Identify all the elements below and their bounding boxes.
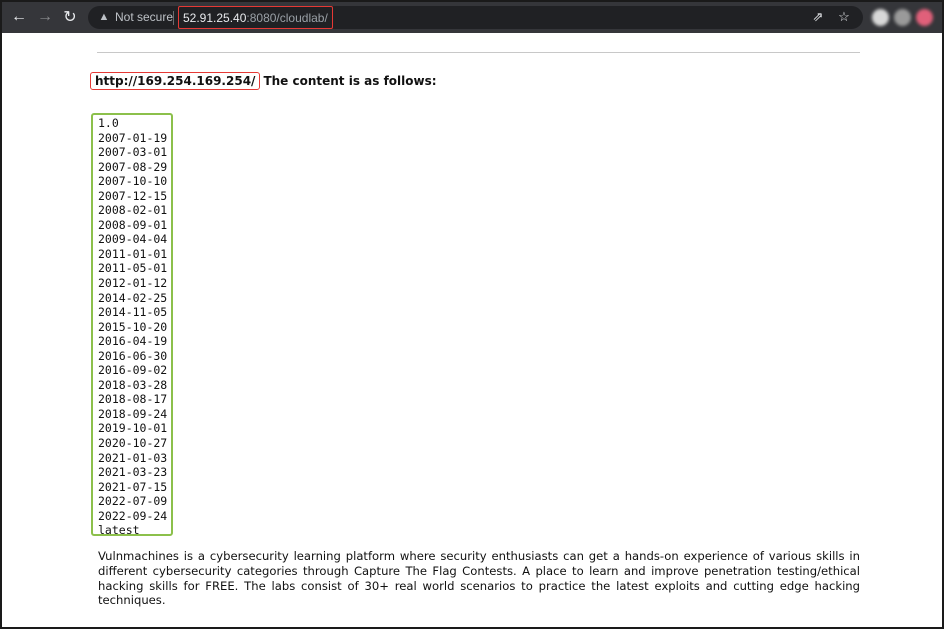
profile-avatar[interactable] — [916, 9, 933, 26]
browser-toolbar: ← → ↻ ▲ Not secure 52.91.25.40:8080/clou… — [2, 2, 942, 33]
list-item: 2016-04-19 — [98, 334, 168, 349]
list-item: 2007-03-01 — [98, 145, 168, 160]
list-item: 2007-01-19 — [98, 130, 168, 145]
content-heading: http://169.254.169.254/ The content is a… — [90, 71, 437, 91]
security-status[interactable]: Not secure — [115, 10, 173, 24]
version-list: 1.0 2007-01-19 2007-03-01 2007-08-29 2007-10… — [98, 116, 167, 538]
list-item: 2007-08-29 — [98, 159, 168, 174]
list-item: 2011-05-01 — [98, 261, 168, 276]
list-item: 2012-01-12 — [98, 276, 168, 291]
list-item: 2009-04-04 — [98, 232, 168, 247]
list-item: 2020-10-27 — [98, 436, 168, 451]
list-item: 2021-01-03 — [98, 450, 168, 465]
heading-text: The content is as follows: — [263, 74, 437, 88]
list-item: 2014-02-25 — [98, 290, 168, 305]
list-item: 2011-01-01 — [98, 246, 168, 261]
list-item: 2007-12-15 — [98, 188, 168, 203]
list-item: 2022-09-24 — [98, 508, 168, 523]
list-item: 2015-10-20 — [98, 319, 168, 334]
reload-icon[interactable]: ↻ — [60, 7, 80, 27]
divider — [97, 52, 860, 53]
extension-icon[interactable] — [872, 9, 889, 26]
browser-window: ← → ↻ ▲ Not secure 52.91.25.40:8080/clou… — [0, 0, 944, 629]
list-item: 2016-09-02 — [98, 363, 168, 378]
share-icon[interactable]: ⇗ — [810, 9, 826, 25]
site-description: Vulnmachines is a cybersecurity learning… — [98, 549, 860, 608]
list-item: 2018-09-24 — [98, 406, 168, 421]
warning-icon[interactable]: ▲ — [97, 10, 111, 24]
list-item: 2022-07-09 — [98, 494, 168, 509]
list-item: 2021-07-15 — [98, 479, 168, 494]
star-icon[interactable]: ☆ — [836, 9, 852, 25]
forward-arrow-icon[interactable]: → — [35, 7, 55, 27]
list-item: 2016-06-30 — [98, 348, 168, 363]
url-host: 52.91.25.40 — [183, 10, 247, 25]
back-arrow-icon[interactable]: ← — [9, 7, 29, 27]
list-item: 2018-03-28 — [98, 377, 168, 392]
address-bar[interactable]: ▲ Not secure 52.91.25.40:8080/cloudlab/ … — [88, 6, 863, 29]
list-item: latest — [98, 523, 140, 538]
list-item: 2019-10-01 — [98, 421, 168, 436]
address-separator — [173, 11, 174, 25]
list-item: 2008-02-01 — [98, 203, 168, 218]
list-item: 2014-11-05 — [98, 305, 168, 320]
extension-icon[interactable] — [894, 9, 911, 26]
url-highlight[interactable]: 52.91.25.40:8080/cloudlab/ — [178, 6, 333, 29]
list-item: 2008-09-01 — [98, 217, 168, 232]
list-item: 2007-10-10 — [98, 174, 168, 189]
metadata-link[interactable]: http://169.254.169.254/ — [90, 72, 261, 90]
url-path: :8080/cloudlab/ — [246, 10, 328, 25]
list-item: 1.0 — [98, 116, 119, 130]
page-content: http://169.254.169.254/ The content is a… — [2, 33, 942, 627]
list-item: 2021-03-23 — [98, 465, 168, 480]
list-item: 2018-08-17 — [98, 392, 168, 407]
